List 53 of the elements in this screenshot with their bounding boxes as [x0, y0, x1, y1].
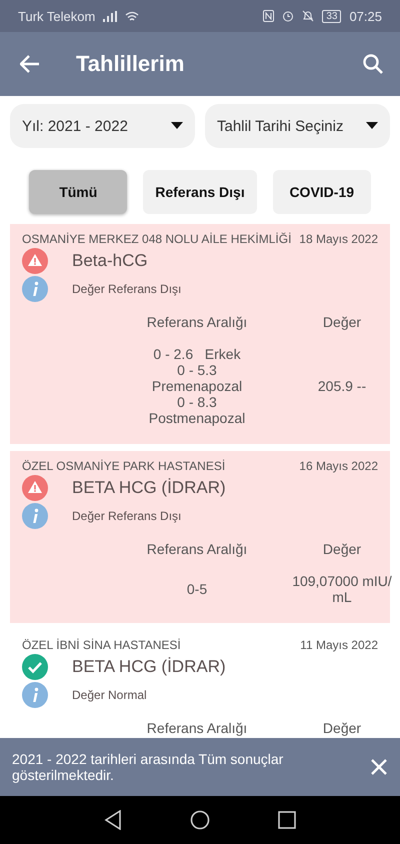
info-icon[interactable] — [22, 503, 48, 529]
info-icon[interactable] — [22, 276, 48, 302]
result-value: 205.9 -- — [316, 378, 368, 394]
recents-nav-button[interactable] — [278, 811, 296, 829]
result-card[interactable]: OSMANİYE MERKEZ 048 NOLU AİLE HEKİMLİĞİ 18 Mayıs 2022 Beta-hCG Değer Referans Dışı Referans Aralığı Değer 0 - 2.6 Erkek 0 - 5.3 Premenapozal 0 - 8.3 Postmenapozal 205.9 -- — [10, 224, 390, 444]
column-header: Referans Aralığı — [146, 720, 248, 736]
column-header: Değer — [322, 541, 362, 557]
filter-dropdown[interactable]: Yıl: 2021 - 2022 — [10, 104, 195, 148]
test-name: BETA HCG (İDRAR) — [72, 657, 226, 677]
reference-range: 0 - 2.6 Erkek 0 - 5.3 Premenapozal 0 - 8.3 Postmenapozal — [148, 346, 246, 426]
warning-icon — [22, 248, 48, 274]
result-date: 18 Mayıs 2022 — [299, 232, 378, 246]
close-button[interactable] — [370, 758, 388, 776]
institution-name: ÖZEL İBNİ SİNA HASTANESİ — [22, 638, 181, 652]
home-nav-button[interactable] — [190, 810, 210, 830]
result-date: 11 Mayıs 2022 — [300, 638, 378, 652]
alarm-icon — [282, 10, 294, 22]
page-title: Tahlillerim — [76, 51, 186, 77]
filter-tab[interactable]: Tümü — [29, 170, 128, 214]
nfc-icon — [263, 10, 274, 22]
info-icon[interactable] — [22, 682, 48, 708]
status-text: Değer Referans Dışı — [72, 282, 182, 296]
back-nav-button[interactable] — [104, 810, 122, 830]
result-date: 16 Mayıs 2022 — [299, 459, 378, 473]
snackbar-message: 2021 - 2022 tarihleri arasında Tüm sonuçlar gösterilmektedir. — [12, 751, 284, 783]
battery-indicator: 33 — [322, 10, 342, 22]
caret-icon — [171, 122, 183, 130]
mute-icon — [302, 10, 314, 22]
column-header: Değer — [322, 314, 362, 330]
warning-icon — [22, 475, 48, 501]
back-button[interactable] — [20, 55, 40, 73]
status-text: Değer Normal — [72, 688, 147, 702]
filter-dropdown[interactable]: Tahlil Tarihi Seçiniz — [205, 104, 390, 148]
check-icon — [22, 654, 48, 680]
test-name: BETA HCG (İDRAR) — [72, 478, 226, 498]
signal-icon — [103, 10, 118, 22]
search-button[interactable] — [362, 53, 384, 75]
status-text: Değer Referans Dışı — [72, 509, 182, 523]
column-header: Referans Aralığı — [146, 314, 248, 330]
carrier-text: Turk Telekom — [18, 8, 96, 24]
institution-name: ÖZEL OSMANİYE PARK HASTANESİ — [22, 459, 226, 473]
institution-name: OSMANİYE MERKEZ 048 NOLU AİLE HEKİMLİĞİ — [22, 232, 292, 246]
test-name: Beta-hCG — [72, 251, 148, 271]
reference-range: 0-5 — [186, 581, 208, 597]
column-header: Referans Aralığı — [146, 541, 248, 557]
column-header: Değer — [322, 720, 362, 736]
filter-tab[interactable]: Referans Dışı — [143, 170, 257, 214]
caret-icon — [366, 122, 378, 130]
filter-tab[interactable]: COVID-19 — [272, 170, 371, 214]
wifi-icon — [125, 10, 140, 22]
clock-text: 07:25 — [349, 8, 382, 24]
result-value: 109,07000 mIU/ mL — [291, 573, 393, 605]
result-card[interactable]: ÖZEL OSMANİYE PARK HASTANESİ 16 Mayıs 2022 BETA HCG (İDRAR) Değer Referans Dışı Referans Aralığı Değer 0-5 109,07000 mIU/ mL — [10, 451, 390, 623]
